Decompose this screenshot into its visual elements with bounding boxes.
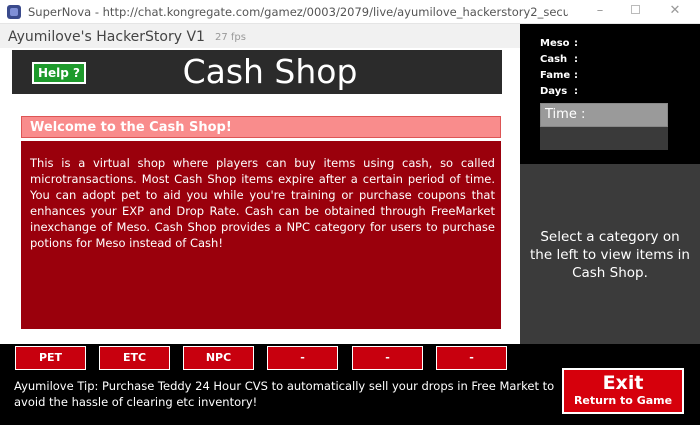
tip-text: Ayumilove Tip: Purchase Teddy 24 Hour CV…	[14, 379, 555, 409]
help-button[interactable]: Help ?	[32, 62, 86, 84]
category-button-pet[interactable]: PET	[15, 346, 86, 370]
welcome-text: Welcome to the Cash Shop!	[30, 120, 232, 135]
category-button-empty-3[interactable]: -	[436, 346, 507, 370]
game-header: Ayumilove's HackerStory V1 27 fps	[0, 24, 520, 48]
category-button-npc[interactable]: NPC	[183, 346, 254, 370]
stat-meso: Meso:	[540, 38, 578, 49]
maximize-icon	[630, 5, 640, 14]
stat-days: Days:	[540, 86, 578, 97]
category-button-empty-2[interactable]: -	[352, 346, 423, 370]
bottom-bar: PET ETC NPC - - - Ayumilove Tip: Purchas…	[0, 344, 700, 425]
window-titlebar: SuperNova - http://chat.kongregate.com/g…	[0, 0, 700, 24]
exit-button[interactable]: Exit Return to Game	[562, 368, 684, 414]
window-title: SuperNova - http://chat.kongregate.com/g…	[28, 5, 568, 19]
time-display: Time :	[540, 103, 668, 150]
category-button-empty-1[interactable]: -	[267, 346, 338, 370]
description-text: This is a virtual shop where players can…	[30, 156, 495, 250]
app-icon	[7, 5, 21, 19]
time-header: Time :	[540, 103, 668, 127]
game-title: Ayumilove's HackerStory V1	[8, 29, 205, 45]
exit-label: Exit	[602, 372, 644, 394]
category-prompt: Select a category on the left to view it…	[530, 229, 690, 281]
minimize-button[interactable]: –	[580, 0, 620, 24]
fps-counter: 27 fps	[215, 32, 246, 43]
maximize-button[interactable]	[615, 0, 655, 24]
stats-list: Meso: Cash: Fame: Days:	[540, 36, 578, 100]
stats-panel: Meso: Cash: Fame: Days: Time : Select a …	[520, 24, 700, 344]
main-panel: Cash Shop Help ? Welcome to the Cash Sho…	[0, 48, 520, 344]
close-button[interactable]: ✕	[655, 0, 695, 24]
description-box: This is a virtual shop where players can…	[21, 141, 501, 329]
category-info-box: Select a category on the left to view it…	[520, 164, 700, 344]
time-label: Time :	[545, 107, 586, 122]
stat-cash: Cash:	[540, 54, 578, 65]
stat-fame: Fame:	[540, 70, 578, 81]
welcome-banner: Welcome to the Cash Shop!	[21, 116, 501, 138]
category-button-etc[interactable]: ETC	[99, 346, 170, 370]
shop-header-bar: Cash Shop Help ?	[12, 50, 502, 94]
return-to-game-label: Return to Game	[573, 394, 673, 407]
